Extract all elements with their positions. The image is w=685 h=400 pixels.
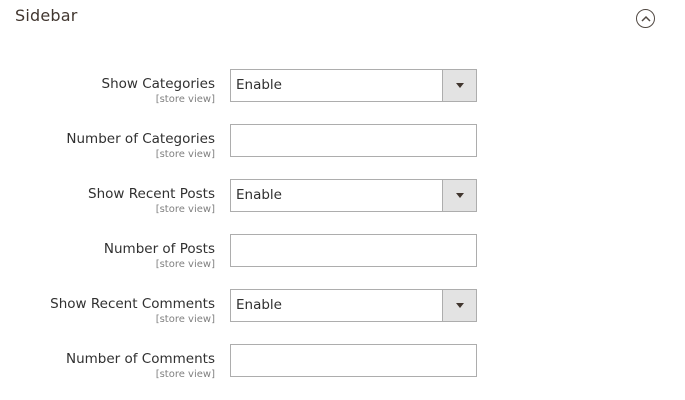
dropdown-arrow-button[interactable] (442, 180, 476, 211)
field-row-number-of-categories: Number of Categories [store view] (0, 124, 685, 164)
select-value: Enable (236, 297, 282, 313)
caret-down-icon (455, 303, 464, 308)
section-header[interactable]: Sidebar (0, 0, 685, 38)
number-of-comments-input[interactable] (230, 344, 477, 377)
number-of-posts-input[interactable] (230, 234, 477, 267)
caret-down-icon (455, 83, 464, 88)
field-label: Number of Categories (66, 131, 215, 147)
number-of-categories-input[interactable] (230, 124, 477, 157)
chevron-up-icon (640, 15, 651, 22)
field-row-show-categories: Show Categories [store view] Enable (0, 69, 685, 109)
scope-label: [store view] (155, 314, 215, 325)
show-categories-select[interactable]: Enable (230, 69, 477, 102)
field-row-number-of-posts: Number of Posts [store view] (0, 234, 685, 274)
collapse-toggle-button[interactable] (636, 9, 655, 28)
dropdown-arrow-button[interactable] (442, 70, 476, 101)
field-label: Number of Comments (65, 351, 215, 367)
scope-label: [store view] (155, 94, 215, 105)
show-recent-comments-select[interactable]: Enable (230, 289, 477, 322)
show-recent-posts-select[interactable]: Enable (230, 179, 477, 212)
dropdown-arrow-button[interactable] (442, 290, 476, 321)
field-row-show-recent-comments: Show Recent Comments [store view] Enable (0, 289, 685, 329)
caret-down-icon (455, 193, 464, 198)
field-label: Show Recent Comments (50, 296, 215, 312)
scope-label: [store view] (155, 369, 215, 380)
field-row-number-of-comments: Number of Comments [store view] (0, 344, 685, 384)
field-row-show-recent-posts: Show Recent Posts [store view] Enable (0, 179, 685, 219)
scope-label: [store view] (155, 149, 215, 160)
scope-label: [store view] (155, 204, 215, 215)
select-value: Enable (236, 77, 282, 93)
section-title: Sidebar (15, 6, 78, 25)
field-label: Show Recent Posts (88, 186, 215, 202)
field-label: Show Categories (101, 76, 215, 92)
select-value: Enable (236, 187, 282, 203)
scope-label: [store view] (155, 259, 215, 270)
field-label: Number of Posts (103, 241, 215, 257)
